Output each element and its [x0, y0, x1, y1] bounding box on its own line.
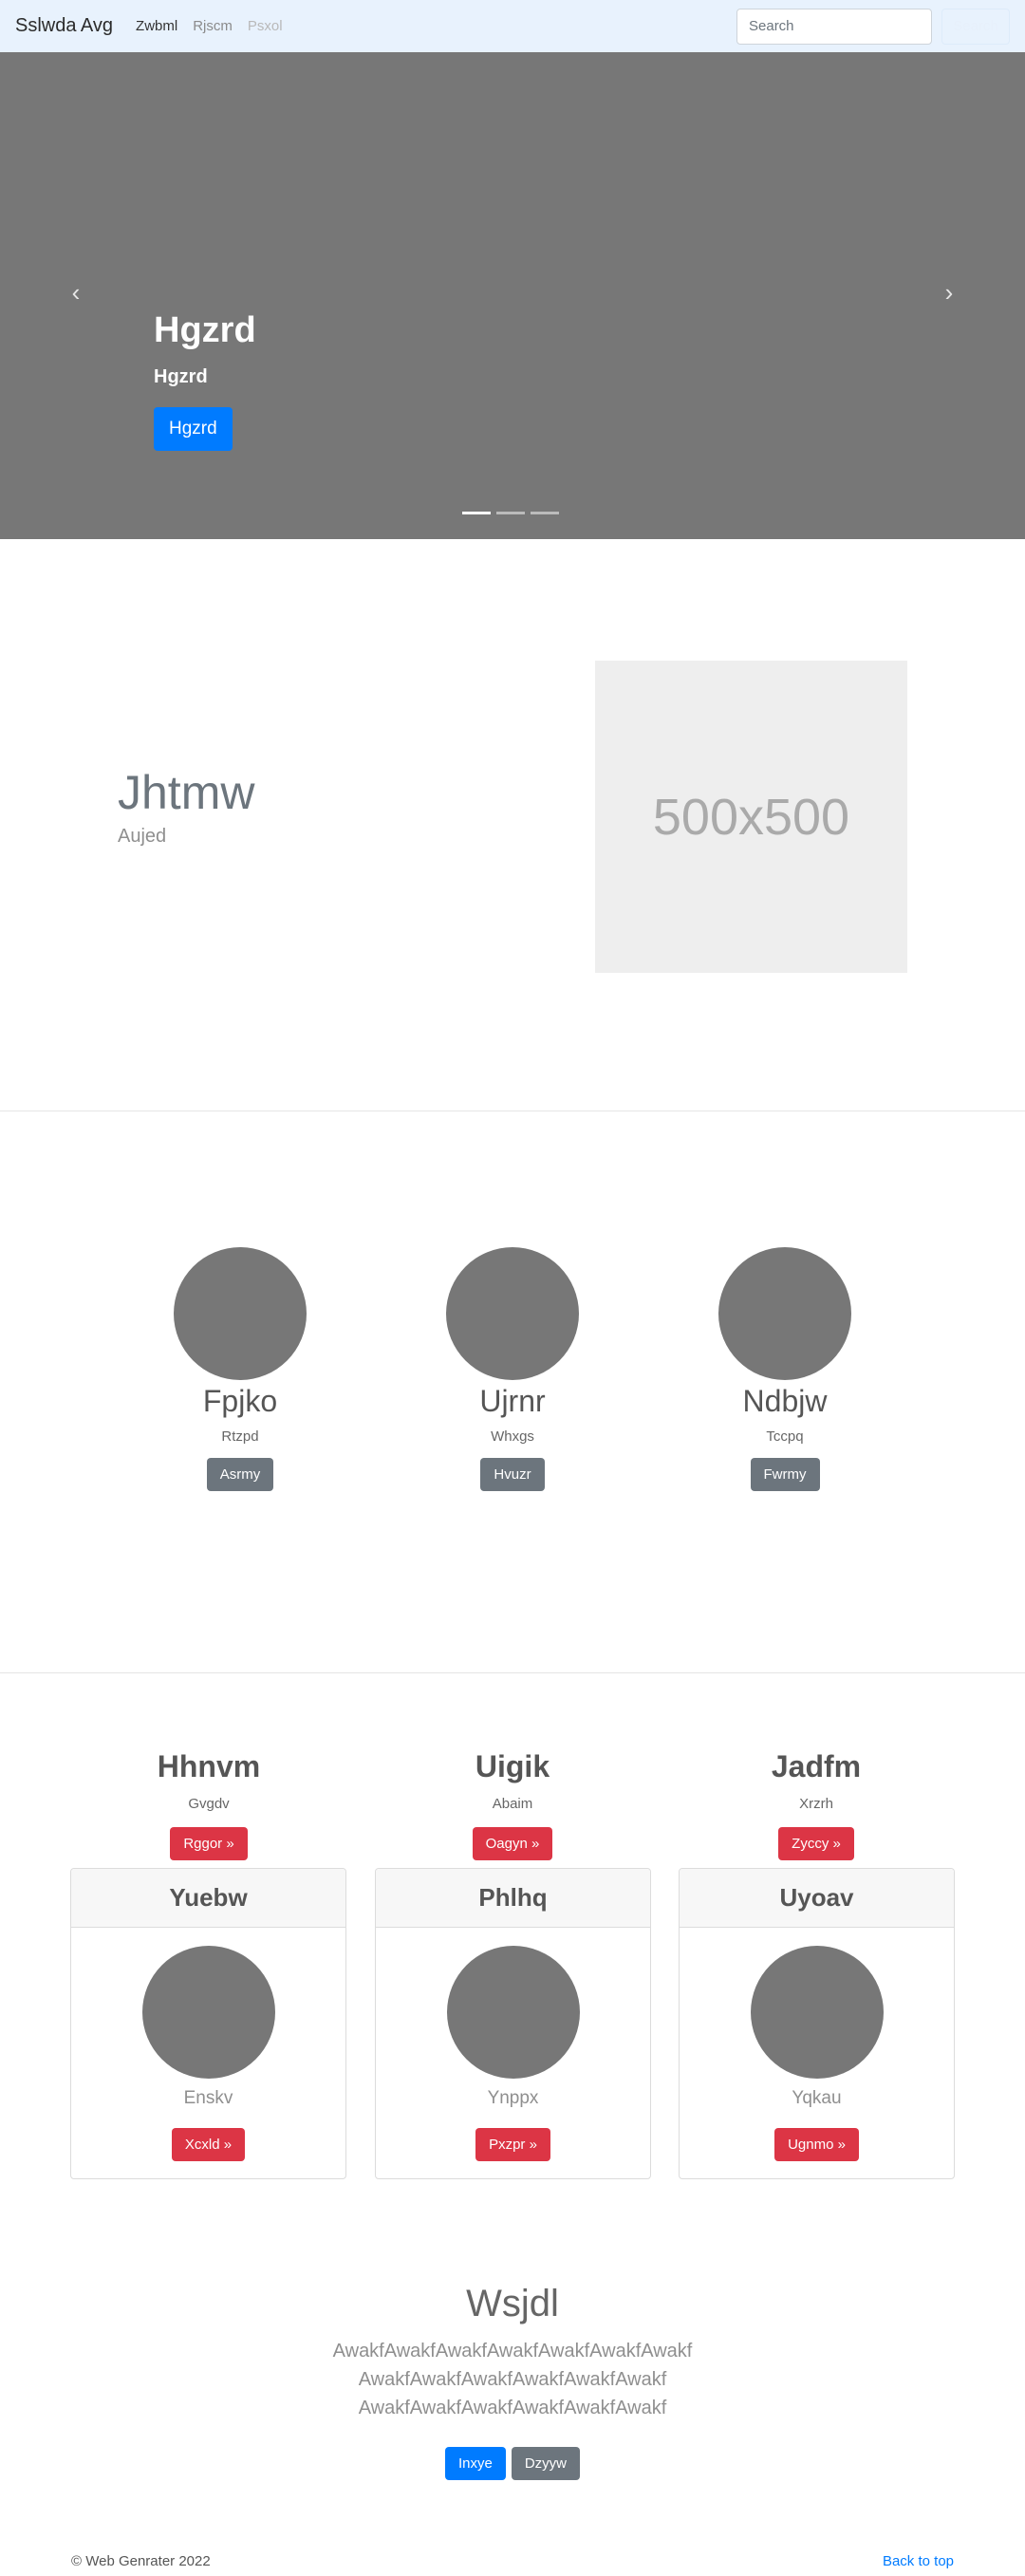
card-button[interactable]: Pxzpr » — [475, 2128, 550, 2161]
jumbotron-title: Wsjdl — [466, 2283, 559, 2324]
carousel-indicators — [462, 512, 559, 514]
carousel-title: Hgzrd — [154, 310, 256, 350]
carousel-subtitle: Hgzrd — [154, 366, 208, 387]
card-3: Uyoav Yqkau Ugnmo » — [679, 1868, 955, 2179]
circle-column-2: Ujrnr Whxgs Hvuzr — [418, 1247, 607, 1491]
circle-button[interactable]: Fwrmy — [750, 1458, 820, 1491]
card-body: Enskv Xcxld » — [71, 1928, 345, 2161]
circle-button[interactable]: Hvuzr — [480, 1458, 545, 1491]
carousel-indicator-1[interactable] — [462, 512, 491, 514]
card-subtitle: Yqkau — [792, 2088, 842, 2108]
nav-link-2[interactable]: Rjscm — [193, 18, 233, 34]
heading-button[interactable]: Zyccy » — [778, 1827, 854, 1860]
footer-copyright: © Web Genrater 2022 — [71, 2553, 211, 2569]
jumbotron-buttons: Inxye Dzyyw — [0, 2447, 1025, 2480]
carousel-indicator-3[interactable] — [531, 512, 559, 514]
carousel-prev-icon[interactable]: ‹ — [59, 275, 93, 309]
card-subtitle: Enskv — [183, 2088, 233, 2108]
circle-title: Ndbjw — [742, 1384, 828, 1418]
circle-image — [718, 1247, 851, 1380]
heading-column-1: Hhnvm Gvgdv Rggor » — [66, 1749, 351, 1860]
featurette-lead: Aujed — [118, 826, 167, 847]
card-header: Uyoav — [680, 1869, 954, 1928]
card-circle-image — [141, 1946, 275, 2079]
jumbotron-lead: AwakfAwakfAwakfAwakfAwakfAwakfAwakf Awak… — [332, 2341, 693, 2418]
card-circle-image — [446, 1946, 580, 2079]
card-subtitle: Ynppx — [487, 2088, 539, 2108]
search-button[interactable]: Search — [941, 8, 1010, 45]
card-header: Yuebw — [71, 1869, 345, 1928]
circle-subtitle: Rtzpd — [221, 1428, 259, 1445]
featurette-heading: Jhtmw — [118, 766, 255, 819]
section-divider — [0, 1672, 1025, 1673]
heading-title: Jadfm — [771, 1749, 862, 1783]
circle-image — [174, 1247, 307, 1380]
circle-subtitle: Tccpq — [766, 1428, 804, 1445]
circle-image — [446, 1247, 579, 1380]
card-button[interactable]: Xcxld » — [171, 2128, 246, 2161]
card-body: Ynppx Pxzpr » — [376, 1928, 650, 2161]
circle-column-3: Ndbjw Tccpq Fwrmy — [690, 1247, 880, 1491]
carousel-cta-button[interactable]: Hgzrd — [154, 407, 233, 451]
heading-subtitle: Abaim — [492, 1796, 533, 1812]
back-to-top-link[interactable]: Back to top — [883, 2553, 954, 2569]
hero-carousel: ‹ › Hgzrd Hgzrd Hgzrd — [0, 52, 1025, 539]
card-button[interactable]: Ugnmo » — [774, 2128, 859, 2161]
jumbotron-primary-button[interactable]: Inxye — [444, 2447, 506, 2480]
card-header: Phlhq — [376, 1869, 650, 1928]
jumbotron: Wsjdl AwakfAwakfAwakfAwakfAwakfAwakfAwak… — [0, 2283, 1025, 2480]
search-input[interactable] — [736, 8, 932, 45]
nav-link-1[interactable]: Zwbml — [136, 18, 177, 34]
card-1: Yuebw Enskv Xcxld » — [70, 1868, 346, 2179]
carousel-caption: Hgzrd Hgzrd Hgzrd — [154, 310, 256, 451]
navbar-brand[interactable]: Sslwda Avg — [15, 15, 113, 37]
carousel-indicator-2[interactable] — [496, 512, 525, 514]
jumbotron-secondary-button[interactable]: Dzyyw — [511, 2447, 581, 2480]
featurette: Jhtmw Aujed 500x500 — [0, 539, 1025, 1111]
circle-title: Fpjko — [202, 1384, 278, 1418]
heading-column-3: Jadfm Xrzrh Zyccy » — [674, 1749, 959, 1860]
circle-column-1: Fpjko Rtzpd Asrmy — [145, 1247, 335, 1491]
card-2: Phlhq Ynppx Pxzpr » — [375, 1868, 651, 2179]
heading-subtitle: Gvgdv — [188, 1796, 230, 1812]
heading-column-2: Uigik Abaim Oagyn » — [370, 1749, 655, 1860]
circle-subtitle: Whxgs — [491, 1428, 534, 1445]
circle-button[interactable]: Asrmy — [206, 1458, 274, 1491]
search-form: Search — [736, 8, 1010, 45]
nav-link-3-disabled: Psxol — [247, 18, 283, 34]
card-body: Yqkau Ugnmo » — [680, 1928, 954, 2161]
heading-title: Hhnvm — [157, 1749, 261, 1783]
heading-button[interactable]: Rggor » — [170, 1827, 248, 1860]
card-circle-image — [750, 1946, 884, 2079]
circle-title: Ujrnr — [479, 1384, 546, 1418]
footer: © Web Genrater 2022 Back to top — [71, 2553, 954, 2569]
heading-button[interactable]: Oagyn » — [472, 1827, 553, 1860]
heading-subtitle: Xrzrh — [799, 1796, 833, 1812]
featurette-image-placeholder: 500x500 — [595, 661, 907, 973]
carousel-next-icon[interactable]: › — [932, 275, 966, 309]
heading-title: Uigik — [475, 1749, 550, 1783]
navbar: Sslwda Avg Zwbml Rjscm Psxol Search — [0, 0, 1025, 52]
